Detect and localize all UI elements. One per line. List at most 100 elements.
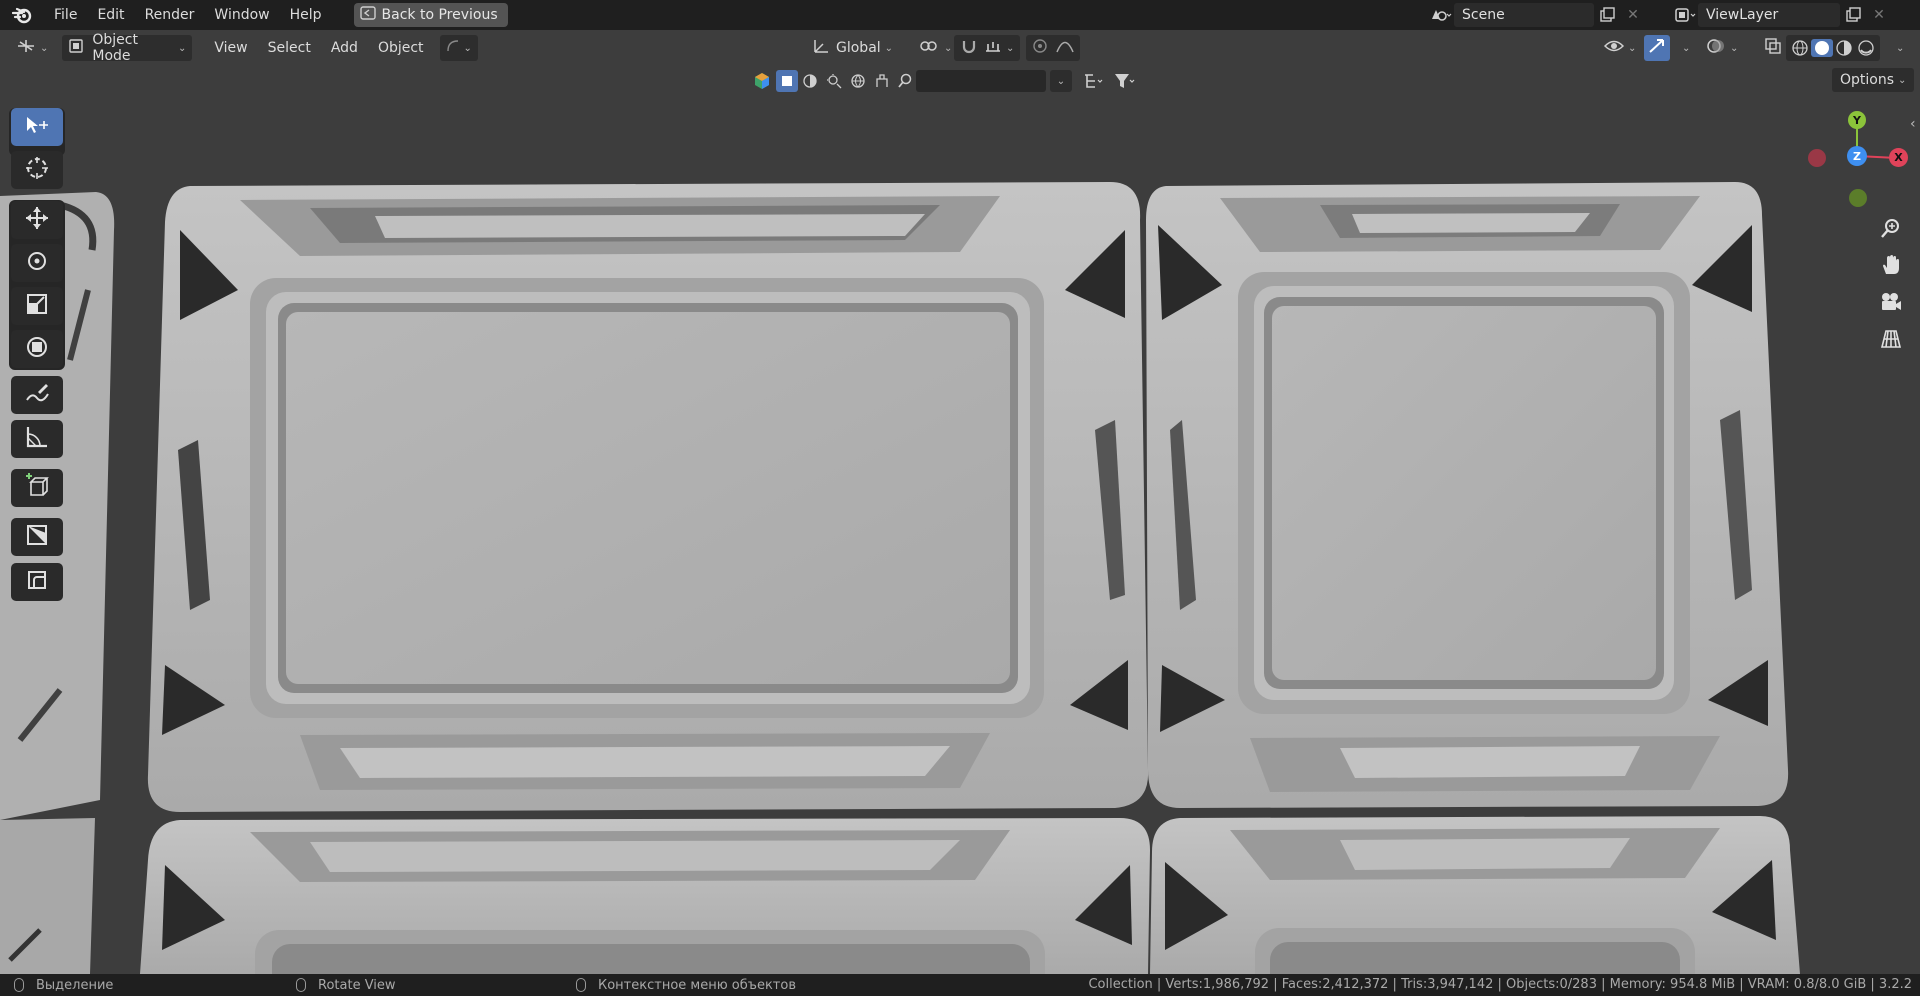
menu-select[interactable]: Select (258, 35, 321, 61)
status-hint-select: Выделение (14, 978, 113, 993)
camera-view-icon[interactable] (1874, 285, 1908, 319)
status-hint-rotate-label: Rotate View (318, 977, 396, 993)
view-layer-remove-icon[interactable]: ✕ (1866, 3, 1892, 27)
search-input[interactable] (916, 70, 1046, 92)
orientation-dropdown[interactable]: Global ⌄ (806, 35, 899, 61)
add-cube-icon (23, 473, 51, 503)
annotate-icon (24, 380, 50, 410)
eye-icon (1603, 39, 1625, 57)
gpencil-dropdown[interactable]: ⌄ (439, 35, 478, 61)
cursor-tool[interactable] (11, 151, 63, 189)
gizmo-y-axis[interactable]: Y (1848, 111, 1866, 129)
editor-type-button[interactable]: ⌄ (10, 35, 54, 61)
chevron-down-icon: ⌄ (1896, 42, 1905, 54)
mesh-filter-icon[interactable] (798, 73, 822, 89)
world-filter-icon[interactable] (846, 73, 870, 89)
wireframe-shading-icon[interactable] (1789, 39, 1811, 57)
gizmo-x-axis[interactable]: X (1889, 148, 1908, 167)
scene-name-field[interactable]: Scene (1454, 3, 1594, 27)
rotate-tool[interactable] (11, 244, 63, 282)
perspective-grid-icon[interactable] (1874, 322, 1908, 356)
overlays-dropdown[interactable]: ⌄ (1700, 35, 1744, 61)
tray-large-top (147, 182, 1149, 812)
hierarchy-filter-icon[interactable] (1078, 73, 1110, 89)
scene-remove-icon[interactable]: ✕ (1620, 3, 1646, 27)
menu-edit[interactable]: Edit (87, 0, 134, 30)
tool-extra-2[interactable] (11, 563, 63, 601)
solid-shading-icon[interactable] (1811, 39, 1833, 57)
rendered-shading-icon[interactable] (1855, 39, 1877, 57)
gizmo-icon (1647, 37, 1667, 59)
scale-tool[interactable] (11, 287, 63, 325)
transform-tool[interactable] (11, 330, 63, 368)
navigation-gizmo[interactable]: Y Z X (1800, 108, 1910, 218)
chevron-down-icon: ⌄ (944, 42, 953, 54)
sidebar-collapse-icon[interactable]: ‹ (1910, 116, 1916, 132)
falloff-icon (1056, 39, 1074, 57)
chevron-down-icon: ⌄ (1730, 42, 1739, 54)
tool-extra-1[interactable] (11, 518, 63, 556)
view-layer-browse-icon[interactable] (1672, 3, 1698, 27)
viewport-canvas[interactable] (0, 96, 1920, 974)
other-filter-icon[interactable] (870, 73, 894, 89)
pivot-dropdown[interactable]: ⌄ (912, 35, 958, 61)
annotate-tool[interactable] (11, 376, 63, 414)
proportional-edit-icon (1032, 38, 1048, 58)
visibility-dropdown[interactable]: ⌄ (1598, 35, 1642, 61)
xray-toggle-button[interactable] (1758, 35, 1788, 61)
back-icon (359, 6, 376, 24)
gizmo-dropdown[interactable]: ⌄ (1672, 35, 1696, 61)
back-to-previous-button[interactable]: Back to Previous (353, 3, 508, 27)
funnel-filter-icon[interactable] (1110, 73, 1140, 89)
view-layer-name: ViewLayer (1706, 7, 1779, 23)
xray-icon (1764, 37, 1782, 59)
move-tool[interactable] (11, 201, 63, 239)
gizmo-z-axis[interactable]: Z (1847, 146, 1867, 166)
chevron-down-icon: ⌄ (884, 42, 894, 54)
chevron-down-icon: ⌄ (1006, 42, 1015, 54)
select-box-tool[interactable] (11, 108, 63, 146)
search-dropdown-icon[interactable]: ⌄ (1050, 70, 1072, 92)
scale-icon (24, 291, 50, 321)
view-layer-name-field[interactable]: ViewLayer (1698, 3, 1840, 27)
menu-help[interactable]: Help (280, 0, 332, 30)
menu-render[interactable]: Render (135, 0, 205, 30)
gizmo-toggle-button[interactable] (1644, 35, 1670, 61)
scene-name: Scene (1462, 7, 1505, 23)
pan-hand-icon[interactable] (1874, 248, 1908, 282)
view-layer-new-icon[interactable] (1840, 3, 1866, 27)
snap-dropdown[interactable]: ⌄ (954, 35, 1021, 61)
scene-browse-icon[interactable] (1428, 3, 1454, 27)
measure-tool[interactable] (11, 420, 63, 458)
chevron-down-icon: ⌄ (1898, 74, 1907, 86)
status-bar: Выделение Rotate View Контекстное меню о… (0, 974, 1920, 996)
shading-options-dropdown[interactable]: ⌄ (1886, 35, 1910, 61)
pivot-icon (918, 38, 940, 58)
status-hint-context-label: Контекстное меню объектов (598, 977, 796, 993)
light-filter-icon[interactable] (822, 73, 846, 89)
object-mode-dropdown[interactable]: Object Mode ⌄ (62, 32, 193, 64)
gizmo-neg-x-axis[interactable] (1808, 149, 1826, 167)
chevron-down-icon: ⌄ (178, 42, 187, 54)
tray-square-top (1146, 182, 1789, 808)
blender-logo-icon[interactable] (0, 0, 44, 30)
menu-view[interactable]: View (204, 35, 257, 61)
options-dropdown[interactable]: Options ⌄ (1832, 68, 1915, 92)
chevron-down-icon: ⌄ (463, 42, 472, 54)
mouse-right-icon (576, 978, 586, 992)
menu-object[interactable]: Object (368, 35, 434, 61)
add-cube-tool[interactable] (11, 469, 63, 507)
proportional-edit-dropdown[interactable] (1026, 35, 1080, 61)
object-filter-icon[interactable] (776, 70, 798, 92)
material-shading-icon[interactable] (1833, 39, 1855, 57)
scene-new-icon[interactable] (1594, 3, 1620, 27)
scene-collection-icon[interactable] (750, 72, 774, 90)
orientation-label: Global (836, 40, 881, 56)
menu-add[interactable]: Add (321, 35, 368, 61)
chevron-down-icon: ⌄ (1682, 42, 1691, 54)
cursor-icon (24, 155, 50, 185)
menu-file[interactable]: File (44, 0, 87, 30)
zoom-icon[interactable] (1874, 211, 1908, 245)
menu-window[interactable]: Window (204, 0, 279, 30)
gizmo-neg-y-axis[interactable] (1849, 189, 1867, 207)
